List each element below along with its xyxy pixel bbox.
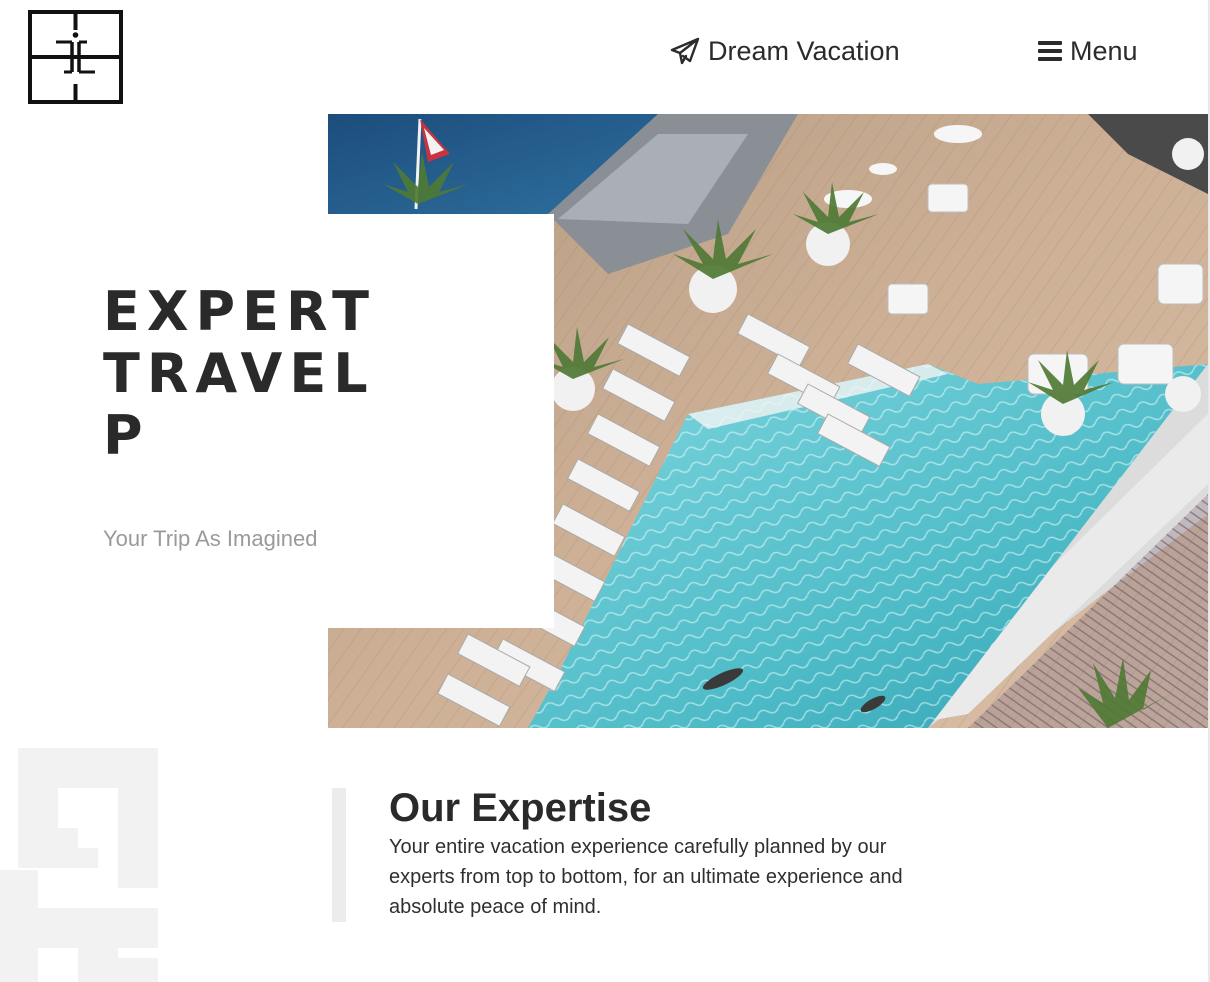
expertise-accent-bar xyxy=(332,788,346,922)
hero-title-line: TRAVEL xyxy=(103,342,375,405)
expertise-title: Our Expertise xyxy=(389,786,652,830)
greek-key-pattern-icon xyxy=(0,748,158,982)
monogram-logo-icon[interactable] xyxy=(28,10,123,104)
menu-label: Menu xyxy=(1070,36,1138,66)
expertise-description: Your entire vacation experience carefull… xyxy=(389,836,903,918)
page: Dream Vacation Menu EXPERT TRAVEL P Your… xyxy=(0,0,1210,982)
dream-vacation-link[interactable]: Dream Vacation xyxy=(670,33,900,69)
hero-title: EXPERT TRAVEL P xyxy=(103,281,376,467)
hamburger-menu-icon xyxy=(1038,41,1062,61)
paper-plane-icon xyxy=(670,37,700,65)
hero-title-line: EXPERT xyxy=(103,280,376,343)
hero-subtitle: Your Trip As Imagined xyxy=(103,526,318,551)
dream-vacation-label: Dream Vacation xyxy=(708,36,900,66)
menu-button[interactable]: Menu xyxy=(1038,33,1138,69)
hero-title-line: P xyxy=(103,404,150,467)
